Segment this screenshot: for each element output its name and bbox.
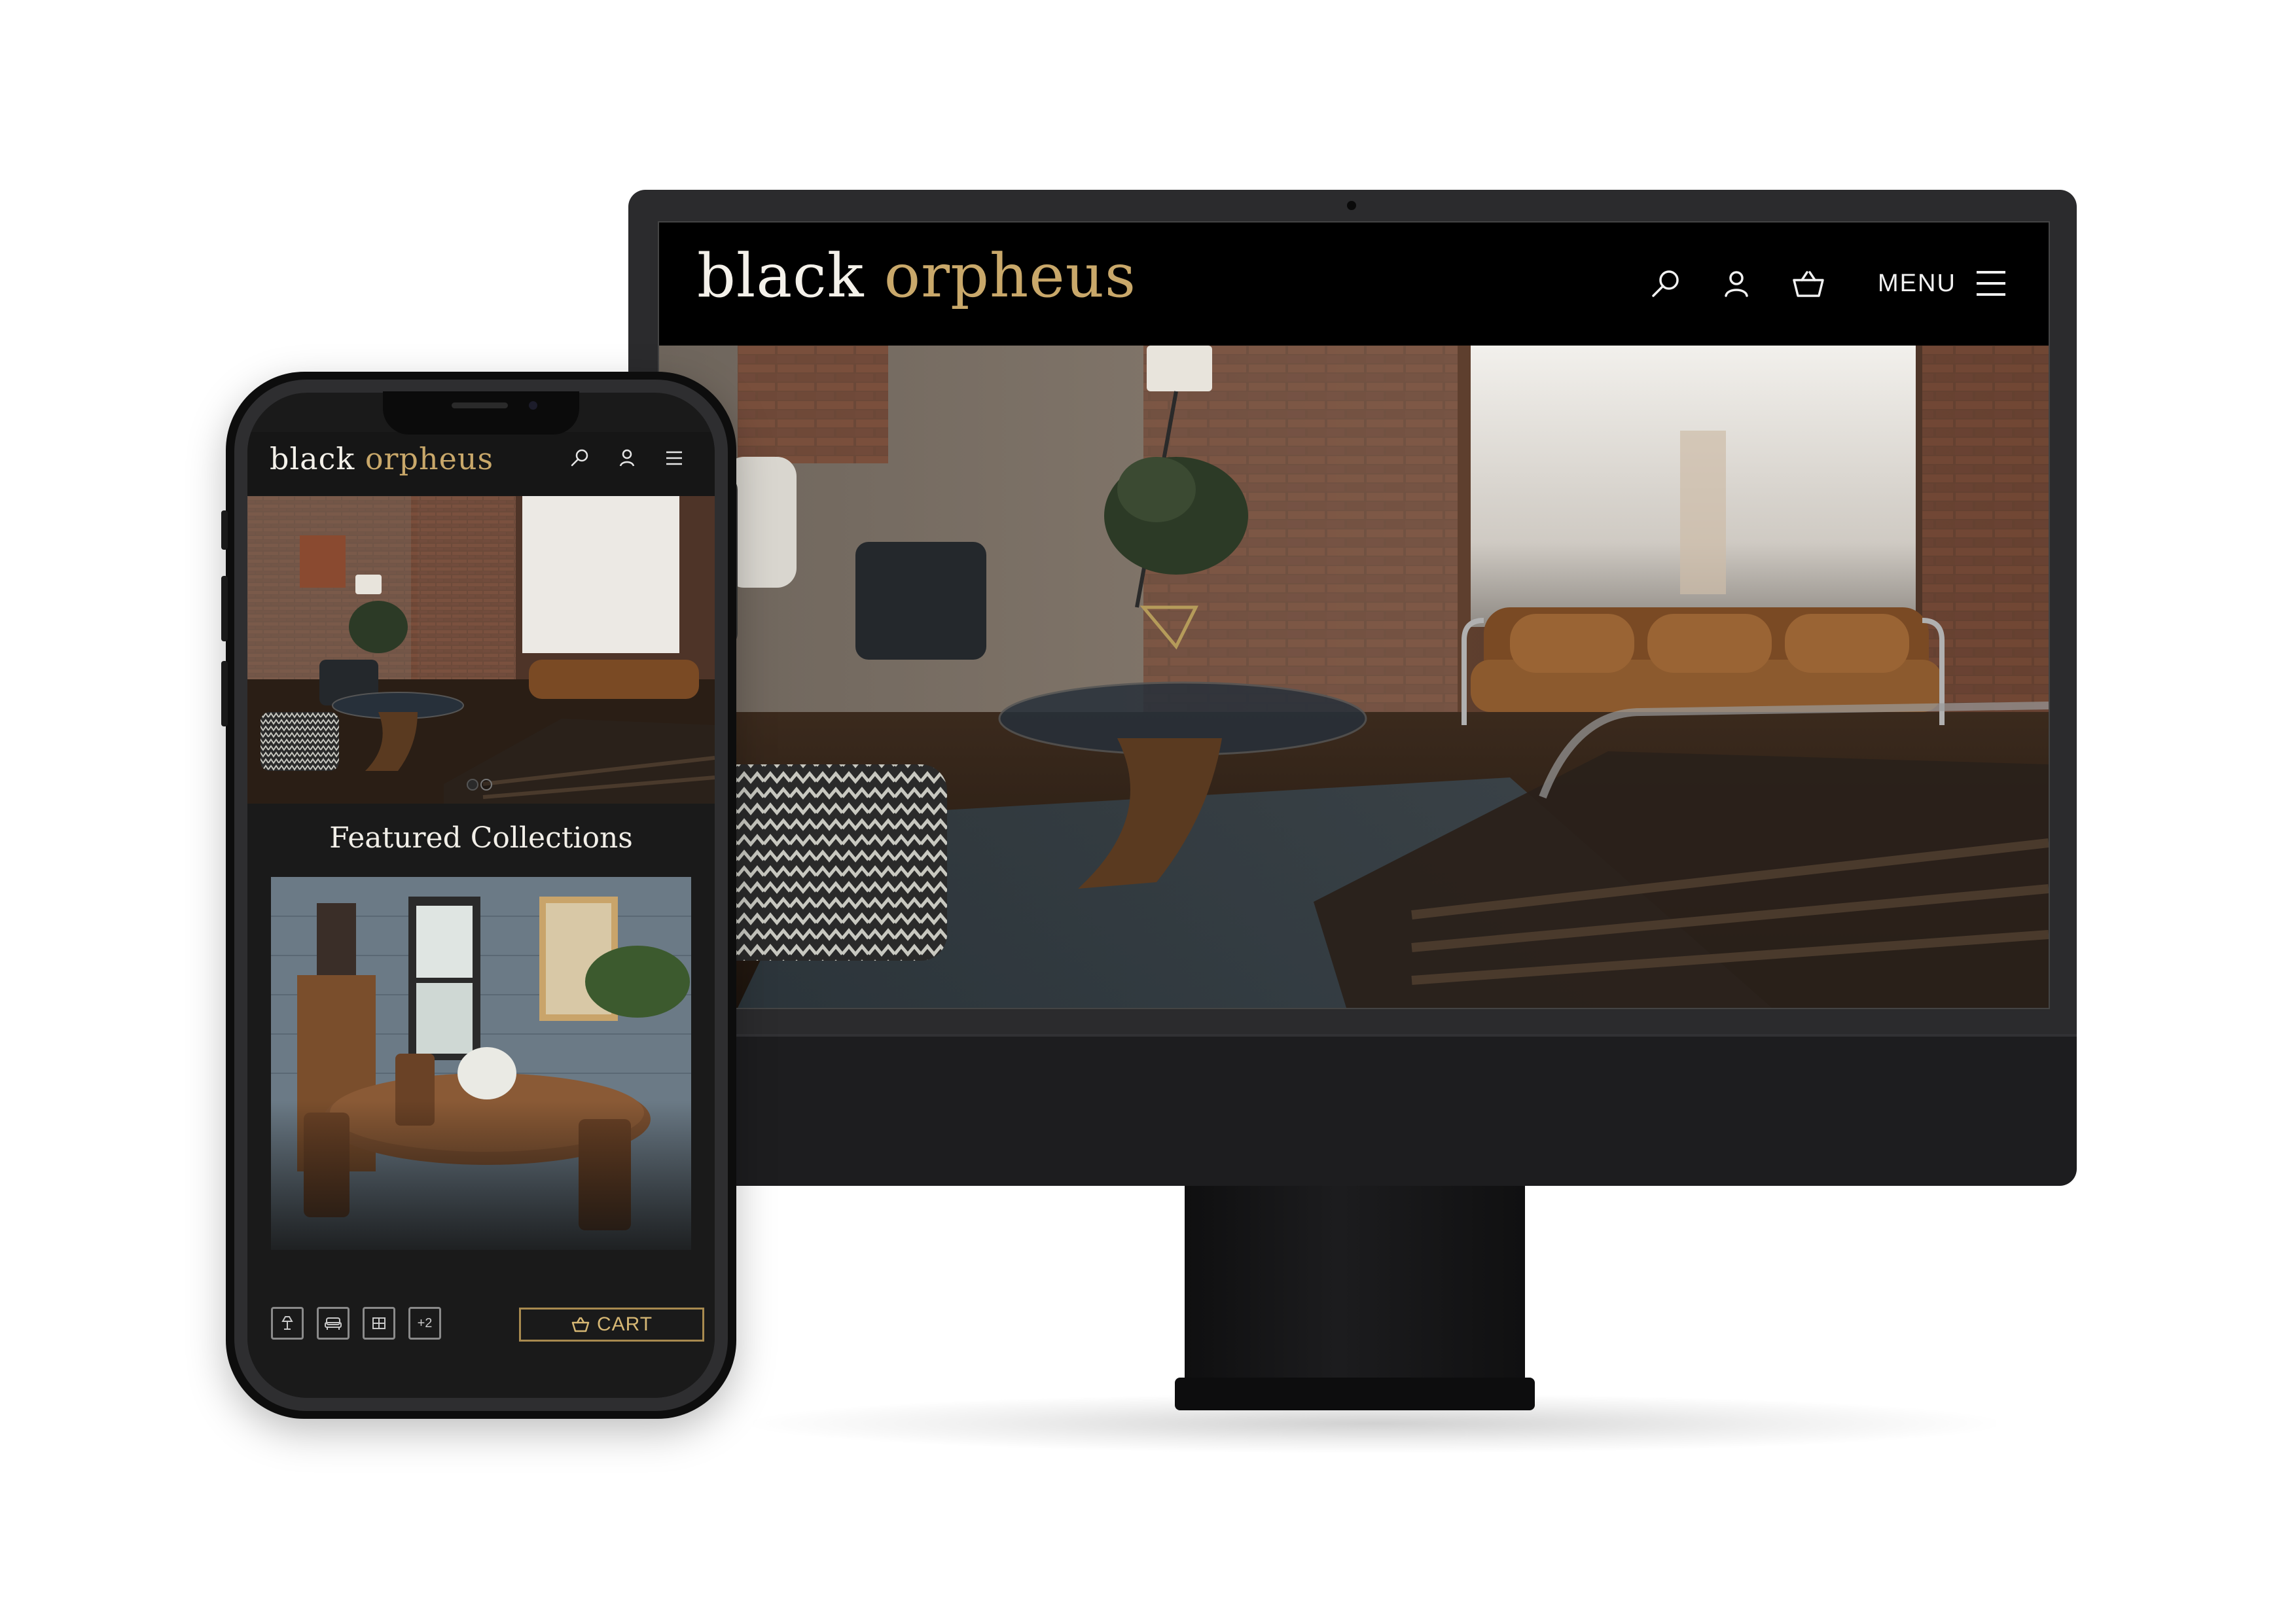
carousel-dot-2[interactable] (480, 779, 492, 791)
hamburger-icon[interactable] (1975, 268, 2007, 298)
category-cabinet-button[interactable] (363, 1307, 395, 1340)
sofa-icon (325, 1317, 342, 1330)
category-sofa-button[interactable] (317, 1307, 350, 1340)
desktop-screen: black orpheus MENU (658, 221, 2050, 1009)
user-icon[interactable] (615, 446, 639, 470)
cart-label: CART (596, 1313, 653, 1335)
hero-image-living-room (659, 346, 2049, 1008)
user-icon[interactable] (1718, 266, 1755, 302)
menu-label[interactable]: MENU (1878, 270, 1956, 298)
mobile-screen: black orpheus Featured Collections +2 CA… (247, 393, 715, 1398)
category-lamp-button[interactable] (271, 1307, 304, 1340)
monitor-stand (1185, 1178, 1525, 1387)
dining-room-illustration (271, 877, 691, 1250)
monitor-chin (628, 1034, 2077, 1186)
carousel-dot-1[interactable] (467, 779, 478, 791)
mobile-logo[interactable]: black orpheus (270, 444, 493, 474)
hamburger-icon[interactable] (662, 446, 686, 470)
phone-notch (383, 391, 579, 435)
phone-camera (529, 401, 537, 410)
lamp-icon (281, 1316, 293, 1330)
phone-volume-down (221, 661, 228, 726)
search-icon[interactable] (568, 446, 592, 470)
monitor-camera (1347, 201, 1356, 210)
desktop-logo[interactable]: black orpheus (697, 246, 1136, 306)
featured-collection-image[interactable] (271, 877, 691, 1250)
logo-word-black: black (697, 241, 865, 311)
phone-speaker (452, 402, 508, 408)
cart-button[interactable]: CART (519, 1308, 704, 1342)
search-icon[interactable] (1647, 266, 1684, 302)
monitor-foot (1175, 1378, 1535, 1410)
more-categories-label: +2 (417, 1315, 433, 1330)
more-categories-button[interactable]: +2 (408, 1307, 441, 1340)
phone-side-button (221, 510, 228, 550)
phone-volume-up (221, 576, 228, 641)
logo-word-black: black (270, 441, 355, 476)
mobile-hero-image (247, 496, 715, 804)
living-room-illustration (247, 496, 715, 804)
basket-icon (571, 1317, 590, 1332)
logo-word-orpheus: orpheus (365, 441, 494, 476)
section-title: Featured Collections (329, 821, 633, 855)
desktop-header: black orpheus MENU (659, 223, 2049, 346)
cabinet-icon (372, 1317, 386, 1329)
logo-word-orpheus: orpheus (884, 241, 1137, 311)
living-room-illustration (659, 346, 2049, 1008)
basket-icon[interactable] (1790, 266, 1827, 302)
